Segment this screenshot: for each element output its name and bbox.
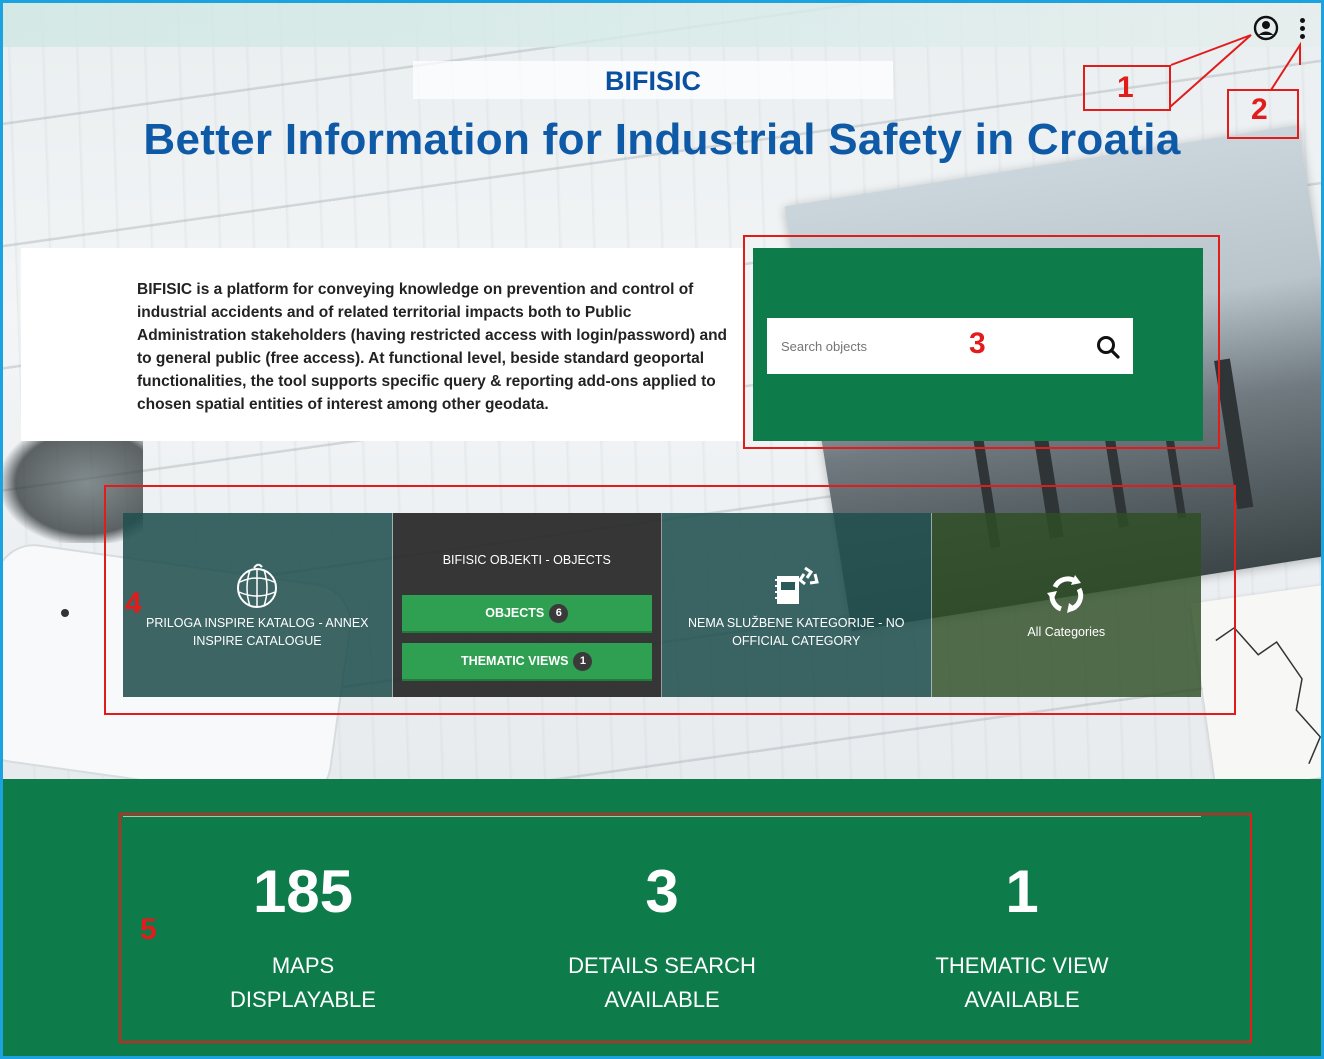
- callout-number-3: 3: [969, 327, 986, 360]
- callout-number-1: 1: [1117, 71, 1134, 104]
- callout-box-5: [119, 813, 1252, 1043]
- callout-box-4: [104, 485, 1236, 715]
- callout-number-5: 5: [140, 913, 157, 946]
- page-frame: BIFISIC Better Information for Industria…: [0, 0, 1324, 1059]
- callout-number-2: 2: [1251, 93, 1268, 126]
- callout-number-4: 4: [125, 587, 142, 620]
